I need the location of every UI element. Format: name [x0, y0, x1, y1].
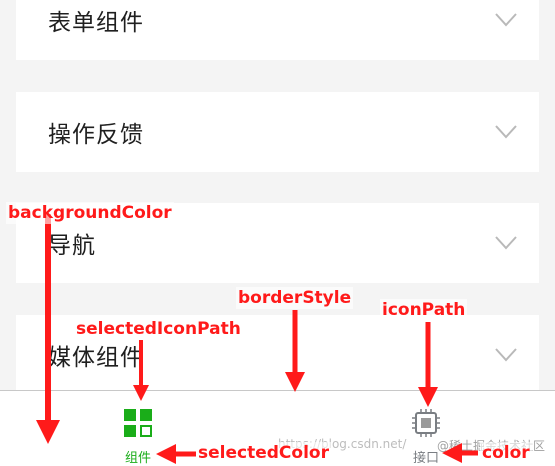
chevron-down-icon: [495, 13, 517, 27]
chevron-down-icon: [495, 125, 517, 139]
chevron-down-icon: [495, 236, 517, 250]
chevron-down-icon: [495, 348, 517, 362]
menu-item-navigation[interactable]: 导航: [16, 203, 539, 283]
menu-item-label: 媒体组件: [48, 345, 144, 371]
menu-item-form-components[interactable]: 表单组件: [16, 0, 539, 60]
menu-item-label: 操作反馈: [48, 122, 144, 148]
grid-icon: [124, 409, 152, 437]
tab-label: 组件: [124, 451, 151, 466]
watermark-right: @稀土掘金技术社区: [437, 439, 546, 453]
menu-item-label: 表单组件: [48, 10, 144, 36]
tab-components[interactable]: 组件: [88, 391, 188, 466]
menu-item-media[interactable]: 媒体组件: [16, 315, 539, 395]
menu-item-label: 导航: [48, 233, 96, 259]
tab-bar: 组件 接口: [0, 390, 555, 466]
chip-icon: [412, 409, 440, 437]
tab-api[interactable]: 接口: [376, 391, 476, 466]
menu-list: 表单组件 操作反馈 导航 媒体组件: [0, 0, 555, 395]
menu-item-feedback[interactable]: 操作反馈: [16, 92, 539, 172]
watermark-left: https://blog.csdn.net/: [278, 437, 407, 451]
